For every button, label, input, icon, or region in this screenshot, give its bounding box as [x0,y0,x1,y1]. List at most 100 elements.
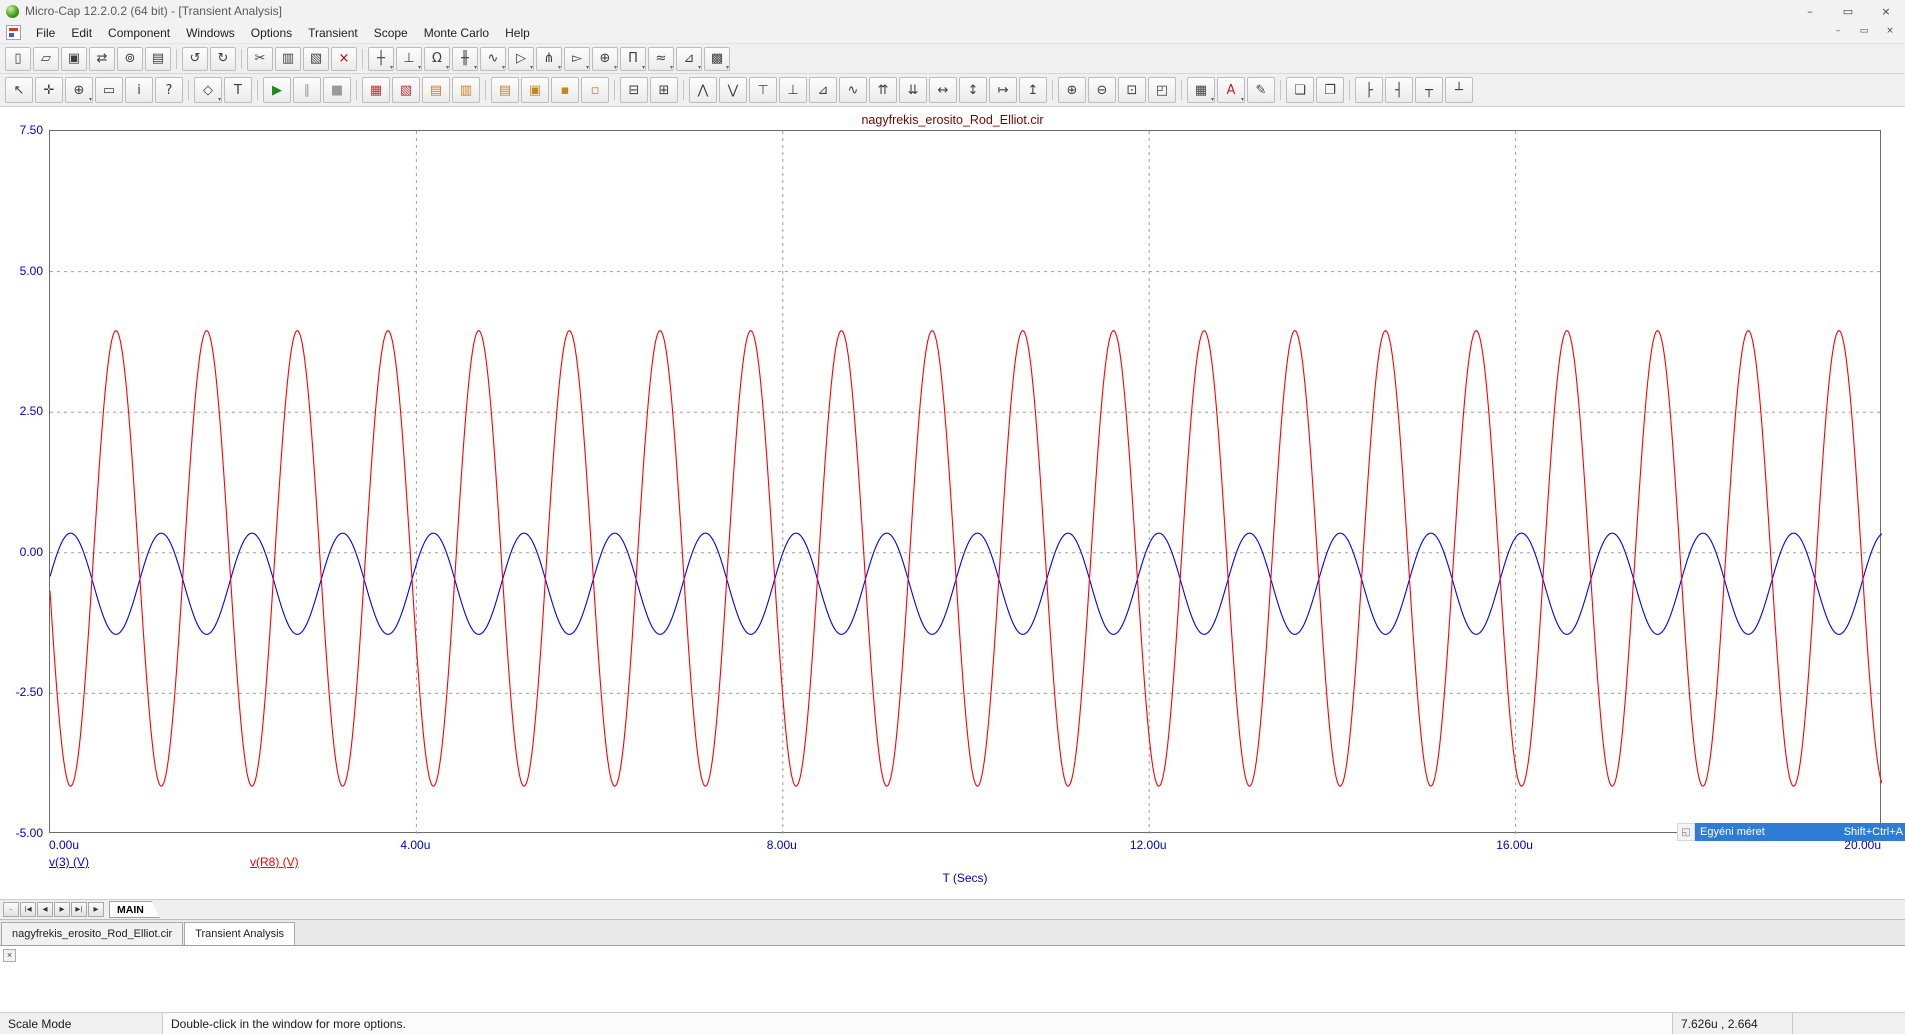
inductor-component-button[interactable]: ∿ [480,46,506,71]
zoom-in-button[interactable]: ⊕ [1058,77,1086,103]
menu-item-component[interactable]: Component [100,23,178,43]
capacitor-component-button[interactable]: ╫ [452,46,478,71]
align-top-button[interactable]: ┬ [1415,77,1443,103]
next-page-button[interactable]: ▶ [54,902,70,917]
align-left-button[interactable]: ├ [1355,77,1383,103]
wire-mode-button[interactable]: ┼ [368,46,394,71]
undo-button[interactable]: ↺ [182,46,208,71]
stop-analysis-button[interactable]: ■ [323,77,351,103]
global-high-button[interactable]: ⇈ [869,77,897,103]
open-file-button[interactable]: ▱ [33,46,59,71]
menu-item-help[interactable]: Help [497,23,538,43]
state-variables-button[interactable]: ▥ [452,77,480,103]
zoom-out-button[interactable]: ⊖ [1088,77,1116,103]
menu-item-transient[interactable]: Transient [300,23,366,43]
stepping-button[interactable]: ▧ [392,77,420,103]
plot-canvas[interactable] [49,130,1882,834]
redo-button[interactable]: ↻ [210,46,236,71]
custom-size-menu-item[interactable]: ◱ Egyéni méret Shift+Ctrl+A [1677,823,1905,841]
analysis-limits-button[interactable]: ▦ [362,77,390,103]
ground-component-button[interactable]: ⊥ [396,46,422,71]
duplicate-page-button[interactable]: ❐ [1316,77,1344,103]
low-tag-button[interactable]: ⊥ [779,77,807,103]
copy-page-button[interactable]: ❏ [1286,77,1314,103]
numeric-output-button[interactable]: ▤ [491,77,519,103]
switch-component-button[interactable]: ⊿ [676,46,702,71]
delete-button[interactable]: × [331,46,357,71]
optimize-button[interactable]: ▤ [422,77,450,103]
split-horizontal-button[interactable]: ⊟ [620,77,648,103]
split-vertical-button[interactable]: ⊞ [650,77,678,103]
pan-mode-button[interactable]: ✛ [35,77,63,103]
hide-tabs-button[interactable]: – [3,902,19,917]
menu-item-file[interactable]: File [28,23,63,43]
vertical-tag-button[interactable]: ↕ [959,77,987,103]
child-minimize-button[interactable]: – [1825,22,1851,40]
edit-annotation-button[interactable]: ✎ [1247,77,1275,103]
source-component-button[interactable]: ⊕ [592,46,618,71]
menu-item-monte-carlo[interactable]: Monte Carlo [416,23,497,43]
auto-scale-button[interactable]: ⊡ [1118,77,1146,103]
previous-page-button[interactable]: ◀ [37,902,53,917]
child-close-button[interactable]: × [1877,22,1903,40]
global-low-button[interactable]: ⇊ [899,77,927,103]
last-page-button[interactable]: ▶| [71,902,87,917]
translate-button[interactable]: ⇄ [89,46,115,71]
menu-item-windows[interactable]: Windows [178,23,243,43]
tab-transient-analysis[interactable]: Transient Analysis [184,922,296,945]
save-file-button[interactable]: ▣ [61,46,87,71]
slope-tag-button[interactable]: ⊿ [809,77,837,103]
go-to-y-button[interactable]: ↥ [1019,77,1047,103]
bjt-component-button[interactable]: ⋔ [536,46,562,71]
breakpoints-button[interactable]: ▪ [551,77,579,103]
properties-grid-button[interactable]: ▦ [1187,77,1215,103]
menu-item-scope[interactable]: Scope [366,23,416,43]
new-file-button[interactable]: ▯ [5,46,31,71]
graphics-mode-button[interactable]: ◇ [194,77,222,103]
print-button[interactable]: ▤ [145,46,171,71]
help-mode-button[interactable]: ? [155,77,183,103]
page-tab-main[interactable]: MAIN [109,901,160,918]
restore-scale-button[interactable]: ◰ [1148,77,1176,103]
first-page-button[interactable]: |◀ [20,902,36,917]
info-mode-button[interactable]: i [125,77,153,103]
legend-v-3-v[interactable]: v(3) (V) [49,855,89,869]
select-region-mode-button[interactable]: ▭ [95,77,123,103]
sine-source-component-button[interactable]: ≈ [648,46,674,71]
select-mode-button[interactable]: ↖ [5,77,33,103]
legend-v-r8-v[interactable]: v(R8) (V) [250,855,299,869]
paste-button[interactable]: ▧ [303,46,329,71]
font-color-button[interactable]: A [1217,77,1245,103]
text-mode-button[interactable]: T [224,77,252,103]
watch-button[interactable]: ▣ [521,77,549,103]
peak-tag-button[interactable]: ⋀ [689,77,717,103]
pulse-source-component-button[interactable]: Π [620,46,646,71]
tab-nagyfrekis-erosito-rod-elliot-cir[interactable]: nagyfrekis_erosito_Rod_Elliot.cir [1,922,184,945]
minimize-button[interactable]: – [1791,0,1829,22]
valley-tag-button[interactable]: ⋁ [719,77,747,103]
opamp-component-button[interactable]: ▻ [564,46,590,71]
animate-button[interactable]: ▫ [581,77,609,103]
run-analysis-button[interactable]: ▶ [263,77,291,103]
horizontal-tag-button[interactable]: ↔ [929,77,957,103]
menu-item-options[interactable]: Options [243,23,300,43]
high-tag-button[interactable]: ⊤ [749,77,777,103]
scroll-pages-button[interactable]: ▶ [88,902,104,917]
go-to-x-button[interactable]: ↦ [989,77,1017,103]
child-restore-button[interactable]: ▭ [1851,22,1877,40]
schematic-document-icon[interactable] [6,25,21,40]
close-button[interactable]: × [1867,0,1905,22]
copy-button[interactable]: ▥ [275,46,301,71]
diode-component-button[interactable]: ▷ [508,46,534,71]
resistor-component-button[interactable]: Ω [424,46,450,71]
menu-item-edit[interactable]: Edit [63,23,100,43]
zoom-mode-button[interactable]: ⊕ [65,77,93,103]
macro-component-button[interactable]: ▩ [704,46,730,71]
pause-analysis-button[interactable]: ∥ [293,77,321,103]
panel-close-button[interactable]: × [3,949,16,962]
cut-button[interactable]: ✂ [247,46,273,71]
session-button[interactable]: ⊚ [117,46,143,71]
align-bottom-button[interactable]: ┴ [1445,77,1473,103]
align-right-button[interactable]: ┤ [1385,77,1413,103]
restore-button[interactable]: ▭ [1829,0,1867,22]
